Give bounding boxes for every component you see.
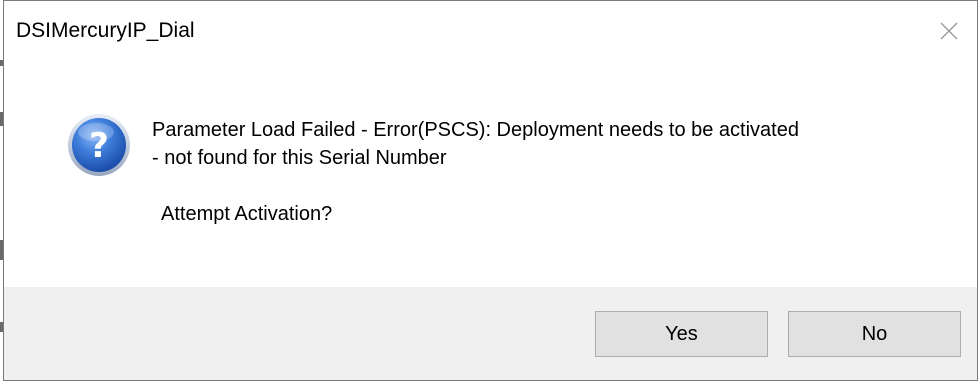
yes-button[interactable]: Yes — [595, 311, 768, 357]
close-icon — [939, 21, 959, 41]
question-icon: ? — [66, 112, 132, 178]
dialog-content: ? Parameter Load Failed - Error(PSCS): D… — [4, 63, 977, 287]
dialog-title: DSIMercuryIP_Dial — [16, 19, 195, 42]
close-button[interactable] — [929, 11, 969, 51]
message-text-line-1: Parameter Load Failed - Error(PSCS): Dep… — [152, 119, 799, 141]
message-text-line-2: - not found for this Serial Number — [152, 147, 447, 169]
dialog-titlebar[interactable]: DSIMercuryIP_Dial — [4, 1, 977, 63]
dialog-button-bar: Yes No — [4, 287, 977, 380]
message-dialog: DSIMercuryIP_Dial ? Parameter Load Faile… — [3, 0, 978, 381]
svg-text:?: ? — [89, 126, 109, 166]
no-button[interactable]: No — [788, 311, 961, 357]
prompt-text: Attempt Activation? — [161, 203, 333, 225]
